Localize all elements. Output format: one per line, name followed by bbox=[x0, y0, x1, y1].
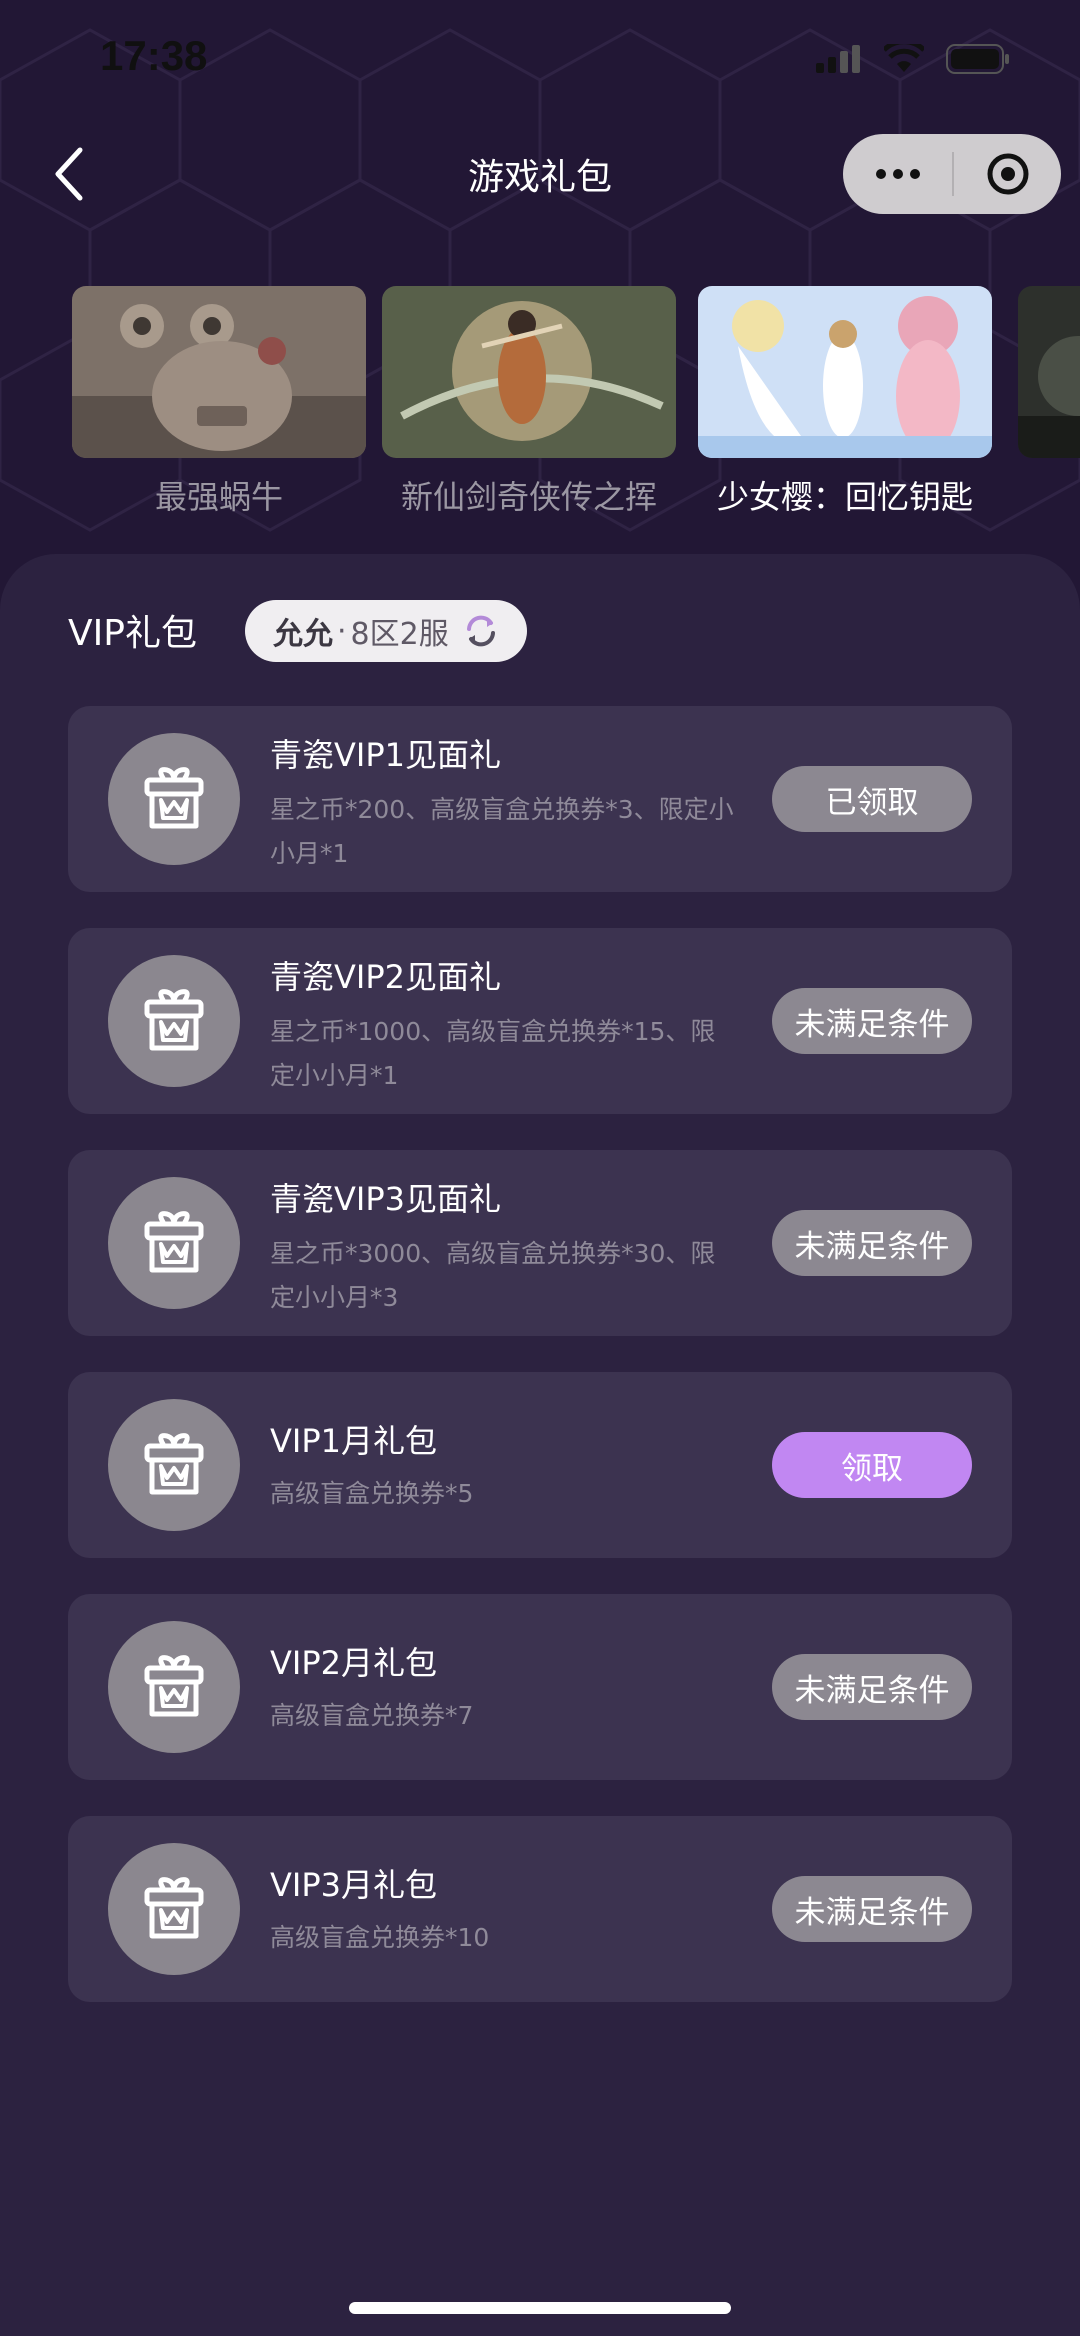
gift-name: VIP3月礼包 bbox=[270, 1866, 437, 1904]
gift-description: 高级盲盒兑换券*10 bbox=[270, 1923, 490, 1952]
status-time: 17:38 bbox=[100, 32, 208, 79]
gift-card: 青瓷VIP3见面礼 星之币*3000、高级盲盒兑换券*30、限定小小月*3 未满… bbox=[68, 1150, 1012, 1336]
gift-card: 青瓷VIP1见面礼 星之币*200、高级盲盒兑换券*3、限定小小月*1 已领取 bbox=[68, 706, 1012, 892]
gift-icon-container bbox=[108, 1399, 240, 1531]
gift-card: VIP3月礼包 高级盲盒兑换券*10 未满足条件 bbox=[68, 1816, 1012, 2002]
game-thumbnail bbox=[1018, 286, 1080, 458]
signal-icon bbox=[816, 45, 860, 73]
more-dots-icon bbox=[910, 169, 920, 179]
gift-name: 青瓷VIP3见面礼 bbox=[270, 1180, 501, 1218]
gift-box-icon bbox=[144, 1877, 204, 1939]
gift-box-icon bbox=[144, 1433, 204, 1495]
game-name: 最强蜗牛 bbox=[154, 478, 283, 516]
more-dots-icon bbox=[876, 169, 886, 179]
condition-not-met-button[interactable]: 未满足条件 bbox=[772, 988, 972, 1054]
status-icons bbox=[816, 44, 1010, 74]
game-name: 新仙剑奇侠传之挥 bbox=[400, 478, 657, 516]
close-button[interactable] bbox=[955, 134, 1061, 214]
game-card[interactable] bbox=[1018, 286, 1080, 462]
gift-card: 青瓷VIP2见面礼 星之币*1000、高级盲盒兑换券*15、限定小小月*1 未满… bbox=[68, 928, 1012, 1114]
condition-not-met-button[interactable]: 未满足条件 bbox=[772, 1876, 972, 1942]
gift-icon-container bbox=[108, 955, 240, 1087]
more-dots-icon bbox=[893, 169, 903, 179]
nav-bar: 游戏礼包 bbox=[0, 130, 1080, 220]
more-button[interactable] bbox=[843, 134, 953, 214]
condition-not-met-button[interactable]: 未满足条件 bbox=[772, 1654, 972, 1720]
gift-name: 青瓷VIP2见面礼 bbox=[270, 958, 501, 996]
refresh-icon bbox=[466, 615, 495, 647]
server-selector[interactable]: 允允 · 8区2服 bbox=[245, 600, 527, 662]
claimed-button[interactable]: 已领取 bbox=[772, 766, 972, 832]
gift-box-icon bbox=[144, 1211, 204, 1273]
claim-button[interactable]: 领取 bbox=[772, 1432, 972, 1498]
gift-name: 青瓷VIP1见面礼 bbox=[270, 736, 501, 774]
vip-gift-panel: VIP礼包 允允 · 8区2服 青瓷VIP1见面礼 星之币*200、高级盲盒兑换… bbox=[0, 554, 1080, 2336]
gift-description: 高级盲盒兑换券*5 bbox=[270, 1479, 474, 1508]
game-thumbnail bbox=[72, 286, 366, 458]
capsule-divider bbox=[952, 152, 954, 196]
status-bar: 17:38 bbox=[0, 0, 1080, 120]
server-zone-label: 8区2服 bbox=[350, 617, 449, 652]
gift-card: VIP2月礼包 高级盲盒兑换券*7 未满足条件 bbox=[68, 1594, 1012, 1780]
gift-name: VIP2月礼包 bbox=[270, 1644, 437, 1682]
gift-icon-container bbox=[108, 1177, 240, 1309]
server-game-label: 允允 bbox=[273, 617, 333, 652]
games-carousel: 最强蜗牛 新仙剑奇侠传之挥 少女樱：回忆钥匙 bbox=[72, 286, 1080, 516]
gift-icon-container bbox=[108, 733, 240, 865]
section-title: VIP礼包 bbox=[68, 613, 197, 654]
target-circle-icon bbox=[987, 153, 1029, 195]
gift-icon-container bbox=[108, 1621, 240, 1753]
gift-description: 高级盲盒兑换券*7 bbox=[270, 1701, 474, 1730]
game-thumbnail bbox=[698, 286, 992, 458]
home-indicator[interactable] bbox=[349, 2302, 731, 2314]
gift-box-icon bbox=[144, 989, 204, 1051]
game-card[interactable]: 新仙剑奇侠传之挥 bbox=[382, 286, 676, 516]
game-card[interactable]: 最强蜗牛 bbox=[72, 286, 366, 516]
gift-description: 星之币*1000、高级盲盒兑换券*15、限定小小月*1 bbox=[270, 1017, 716, 1090]
mini-program-capsule bbox=[843, 134, 1061, 214]
gift-box-icon bbox=[144, 767, 204, 829]
condition-not-met-button[interactable]: 未满足条件 bbox=[772, 1210, 972, 1276]
gift-card: VIP1月礼包 高级盲盒兑换券*5 领取 bbox=[68, 1372, 1012, 1558]
game-thumbnail bbox=[382, 286, 676, 458]
gift-list: 青瓷VIP1见面礼 星之币*200、高级盲盒兑换券*3、限定小小月*1 已领取 … bbox=[68, 706, 1012, 2038]
gift-description: 星之币*3000、高级盲盒兑换券*30、限定小小月*3 bbox=[270, 1239, 716, 1312]
gift-name: VIP1月礼包 bbox=[270, 1422, 437, 1460]
wifi-icon bbox=[884, 44, 924, 72]
game-name: 少女樱：回忆钥匙 bbox=[716, 478, 973, 516]
gift-icon-container bbox=[108, 1843, 240, 1975]
gift-description: 星之币*200、高级盲盒兑换券*3、限定小小月*1 bbox=[270, 795, 734, 868]
server-separator: · bbox=[337, 613, 347, 649]
battery-icon bbox=[946, 44, 1009, 74]
gift-box-icon bbox=[144, 1655, 204, 1717]
game-card-selected[interactable]: 少女樱：回忆钥匙 bbox=[698, 286, 992, 516]
